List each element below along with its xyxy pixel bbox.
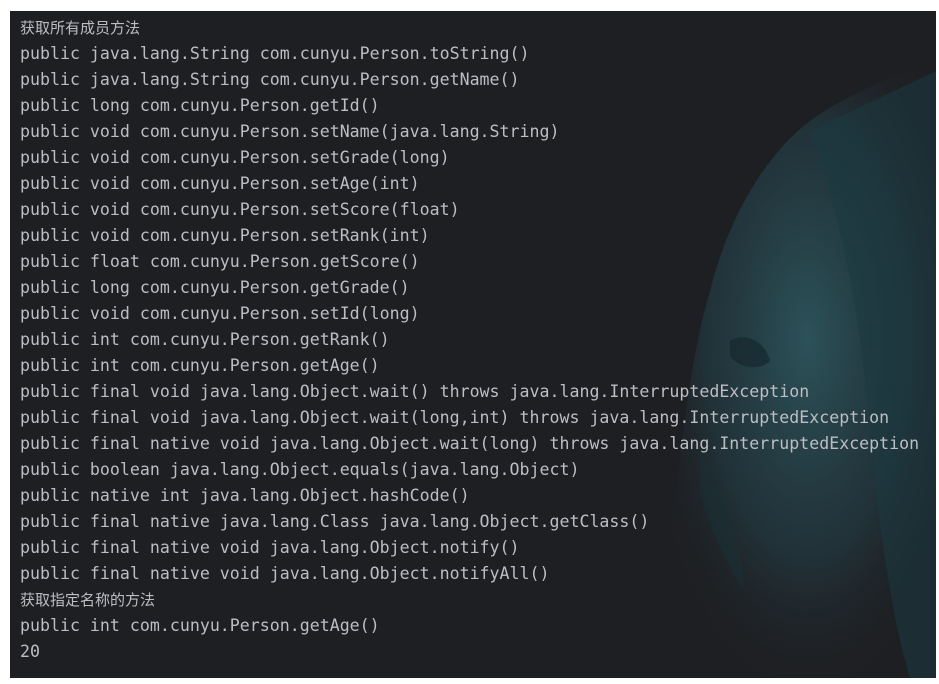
console-line: 获取所有成员方法 [20, 19, 141, 37]
console-line: public void com.cunyu.Person.setId(long) [20, 304, 420, 323]
console-lines: 获取所有成员方法 public java.lang.String com.cuny… [20, 15, 919, 665]
console-line: public final native void java.lang.Objec… [20, 434, 920, 453]
console-line: public final native void java.lang.Objec… [20, 564, 550, 583]
console-output-panel[interactable]: 获取所有成员方法 public java.lang.String com.cuny… [10, 11, 936, 678]
console-line: public int com.cunyu.Person.getAge() [20, 356, 380, 375]
console-line: public void com.cunyu.Person.setGrade(lo… [20, 148, 450, 167]
console-line: public void com.cunyu.Person.setAge(int) [20, 174, 420, 193]
console-line: 获取指定名称的方法 [20, 591, 156, 609]
console-line: public java.lang.String com.cunyu.Person… [20, 70, 520, 89]
console-line: public void com.cunyu.Person.setRank(int… [20, 226, 430, 245]
console-line: 20 [20, 642, 40, 661]
console-line: public void com.cunyu.Person.setScore(fl… [20, 200, 460, 219]
console-line: public boolean java.lang.Object.equals(j… [20, 460, 580, 479]
console-line: public long com.cunyu.Person.getId() [20, 96, 380, 115]
console-line: public int com.cunyu.Person.getRank() [20, 330, 390, 349]
console-line: public int com.cunyu.Person.getAge() [20, 616, 380, 635]
console-line: public final void java.lang.Object.wait(… [20, 408, 890, 427]
console-line: public final native java.lang.Class java… [20, 512, 650, 531]
console-line: public float com.cunyu.Person.getScore() [20, 252, 420, 271]
console-line: public long com.cunyu.Person.getGrade() [20, 278, 410, 297]
console-line: public java.lang.String com.cunyu.Person… [20, 44, 530, 63]
console-line: public final void java.lang.Object.wait(… [20, 382, 810, 401]
console-line: public void com.cunyu.Person.setName(jav… [20, 122, 560, 141]
console-line: public native int java.lang.Object.hashC… [20, 486, 470, 505]
console-line: public final native void java.lang.Objec… [20, 538, 520, 557]
